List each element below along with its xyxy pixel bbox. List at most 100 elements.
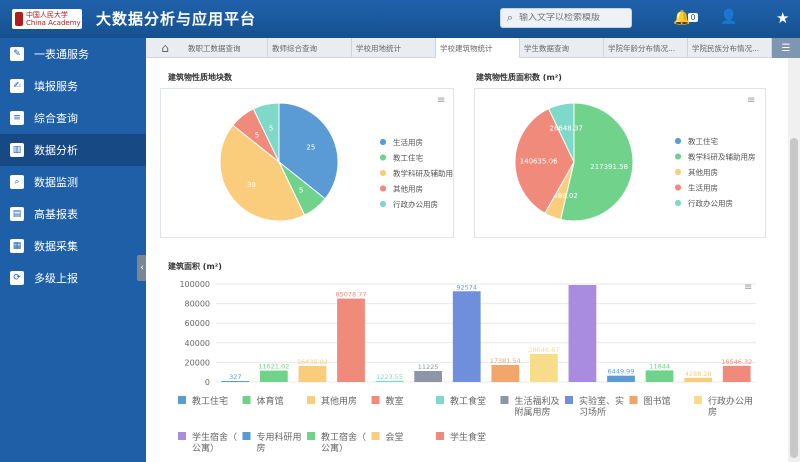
legend-label-line: 学生食堂 [450, 431, 486, 443]
bar[interactable] [529, 353, 558, 382]
sidebar-item-label: 数据采集 [34, 240, 78, 253]
legend-label[interactable]: 生活用房 [688, 183, 718, 193]
legend-label[interactable]: 专用科研用房 [257, 431, 302, 454]
sidebar-item-query[interactable]: ≡ 综合查询 [0, 102, 146, 134]
tab-age-distribution[interactable]: 学院年龄分布情况... [604, 38, 688, 58]
legend-marker [500, 396, 509, 404]
tab-building-stats[interactable]: 学校建筑物统计 [436, 38, 520, 58]
legend-label[interactable]: 体育馆 [257, 395, 284, 407]
legend-marker [436, 432, 444, 440]
legend-label-line: 教工宿舍（ [321, 431, 366, 443]
pie-chart-count: 2553055生活用房教工住宅教学科研及辅助用房其他用房行政办公用房 [219, 102, 461, 222]
legend-label[interactable]: 教工宿舍（公寓） [321, 431, 366, 454]
legend-label[interactable]: 生活福利及附属用房 [515, 395, 560, 418]
tab-menu-icon[interactable]: ☰ [772, 38, 800, 58]
bar[interactable] [452, 291, 481, 382]
legend-label[interactable]: 其他用房 [688, 167, 718, 177]
legend-marker [371, 396, 380, 404]
scrollbar[interactable] [788, 58, 800, 462]
legend-label[interactable]: 教学科研及辅助用房 [688, 152, 756, 162]
legend-label[interactable]: 实验室、实习场所 [579, 395, 624, 418]
y-tick-label: 100000 [179, 280, 210, 289]
bar[interactable] [259, 370, 288, 382]
legend-label[interactable]: 会堂 [386, 431, 404, 443]
tab-staff-query[interactable]: 教职工数据查询 [184, 38, 268, 58]
bar[interactable] [414, 370, 443, 382]
bar-value-label: 327 [229, 373, 241, 381]
sidebar-item-analysis[interactable]: ▥ 数据分析 [0, 134, 146, 166]
legend-label[interactable]: 教工食堂 [450, 395, 486, 407]
legend-label[interactable]: 其他用房 [393, 184, 423, 194]
legend-label[interactable]: 行政办公用房 [393, 199, 438, 209]
legend-marker-dot [675, 153, 681, 160]
search-box[interactable]: ⌕ [500, 8, 632, 28]
sidebar-item-label: 数据监测 [34, 176, 78, 189]
pie-data-label: 25 [306, 144, 315, 152]
tab-teacher-query[interactable]: 教师综合查询 [268, 38, 352, 58]
legend-label[interactable]: 行政办公用房 [688, 198, 733, 208]
search-icon: ⌕ [10, 175, 24, 189]
sidebar-item-collect[interactable]: ▦ 数据采集 [0, 230, 146, 262]
legend-label[interactable]: 其他用房 [321, 395, 357, 407]
legend-label[interactable]: 教工住宅 [688, 136, 718, 146]
chart-title: 建筑物性质地块数 [168, 73, 232, 82]
search-input[interactable] [519, 13, 627, 23]
pie-chart-panel-area: ≡ 217391.58 18488.02 140635.06 28648.37 教工住宅… [474, 88, 766, 238]
y-tick-label: 20000 [185, 358, 210, 367]
legend-marker [242, 432, 251, 440]
bar[interactable] [645, 370, 674, 382]
sidebar-item-onetable[interactable]: ✎ 一表通服务 [0, 38, 146, 70]
bar[interactable] [568, 284, 597, 382]
legend-label[interactable]: 学生宿舍（公寓） [192, 431, 237, 454]
legend-label[interactable]: 教工住宅 [192, 395, 228, 407]
chart-title: 建筑面积 (m²) [168, 262, 222, 271]
legend-label[interactable]: 学生食堂 [450, 431, 486, 443]
legend-label[interactable]: 图书馆 [644, 395, 671, 407]
legend-label[interactable]: 教学科研及辅助用房 [393, 168, 461, 178]
legend-label-line: 教工食堂 [450, 395, 486, 407]
sidebar-item-label: 数据分析 [34, 144, 78, 157]
notification-badge: 0 [688, 13, 698, 22]
sidebar-item-monitor[interactable]: ⌕ 数据监测 [0, 166, 146, 198]
y-tick-label: 0 [205, 378, 210, 387]
chart-menu-icon[interactable]: ≡ [437, 95, 445, 106]
search-icon[interactable]: ⌕ [501, 11, 519, 25]
bar[interactable] [221, 381, 250, 382]
share-icon: ⟳ [10, 271, 24, 285]
sidebar: ✎ 一表通服务 ✍ 填报服务 ≡ 综合查询 ▥ 数据分析 ⌕ 数据监测 ▤ 高基报表 ▦ 数据… [0, 38, 146, 462]
bar[interactable] [298, 365, 327, 382]
bar[interactable] [375, 380, 404, 382]
star-icon[interactable]: ★ [776, 9, 789, 27]
chart-menu-icon[interactable]: ≡ [747, 95, 755, 106]
bar[interactable] [684, 377, 713, 382]
pie-chart-area: 217391.5818488.02140635.0628648.37教工住宅教学… [514, 102, 756, 222]
legend-label[interactable]: 行政办公用房 [708, 395, 753, 418]
sidebar-item-fill[interactable]: ✍ 填报服务 [0, 70, 146, 102]
user-icon[interactable]: 👤 [720, 9, 737, 25]
home-icon[interactable]: ⌂ [146, 38, 184, 58]
legend-label[interactable]: 教工住宅 [393, 153, 423, 163]
pie-data-label: 217391.58 [590, 163, 628, 171]
legend-marker-dot [380, 185, 386, 192]
legend-marker-dot [380, 139, 386, 145]
tab-student-query[interactable]: 学生数据查询 [520, 38, 604, 58]
tab-ethnic-distribution[interactable]: 学院民族分布情况... [688, 38, 772, 58]
scrollbar-thumb[interactable] [790, 138, 798, 458]
legend-label[interactable]: 生活用房 [393, 137, 423, 147]
y-tick-label: 60000 [185, 319, 210, 328]
legend-label[interactable]: 教室 [386, 395, 404, 407]
bar[interactable] [337, 298, 365, 382]
legend-label-line: 公寓） [192, 442, 219, 454]
bar[interactable] [491, 364, 520, 382]
tab-land-stats[interactable]: 学校用地统计 [352, 38, 436, 58]
top-bar: 中国人民大学 China Academy 大数据分析与应用平台 ⌕ 🔔 0 👤 … [0, 0, 800, 38]
bar[interactable] [722, 365, 751, 382]
legend-label-line: 专用科研用 [257, 431, 302, 443]
legend-label-line: 实验室、实 [579, 395, 624, 407]
bar[interactable] [607, 375, 635, 382]
legend-label-line: 会堂 [386, 431, 404, 443]
sidebar-item-upload[interactable]: ⟳ 多级上报 [0, 262, 146, 294]
sidebar-item-report[interactable]: ▤ 高基报表 [0, 198, 146, 230]
legend-label-line: 其他用房 [321, 395, 357, 407]
pie-data-label: 28648.37 [549, 124, 582, 132]
